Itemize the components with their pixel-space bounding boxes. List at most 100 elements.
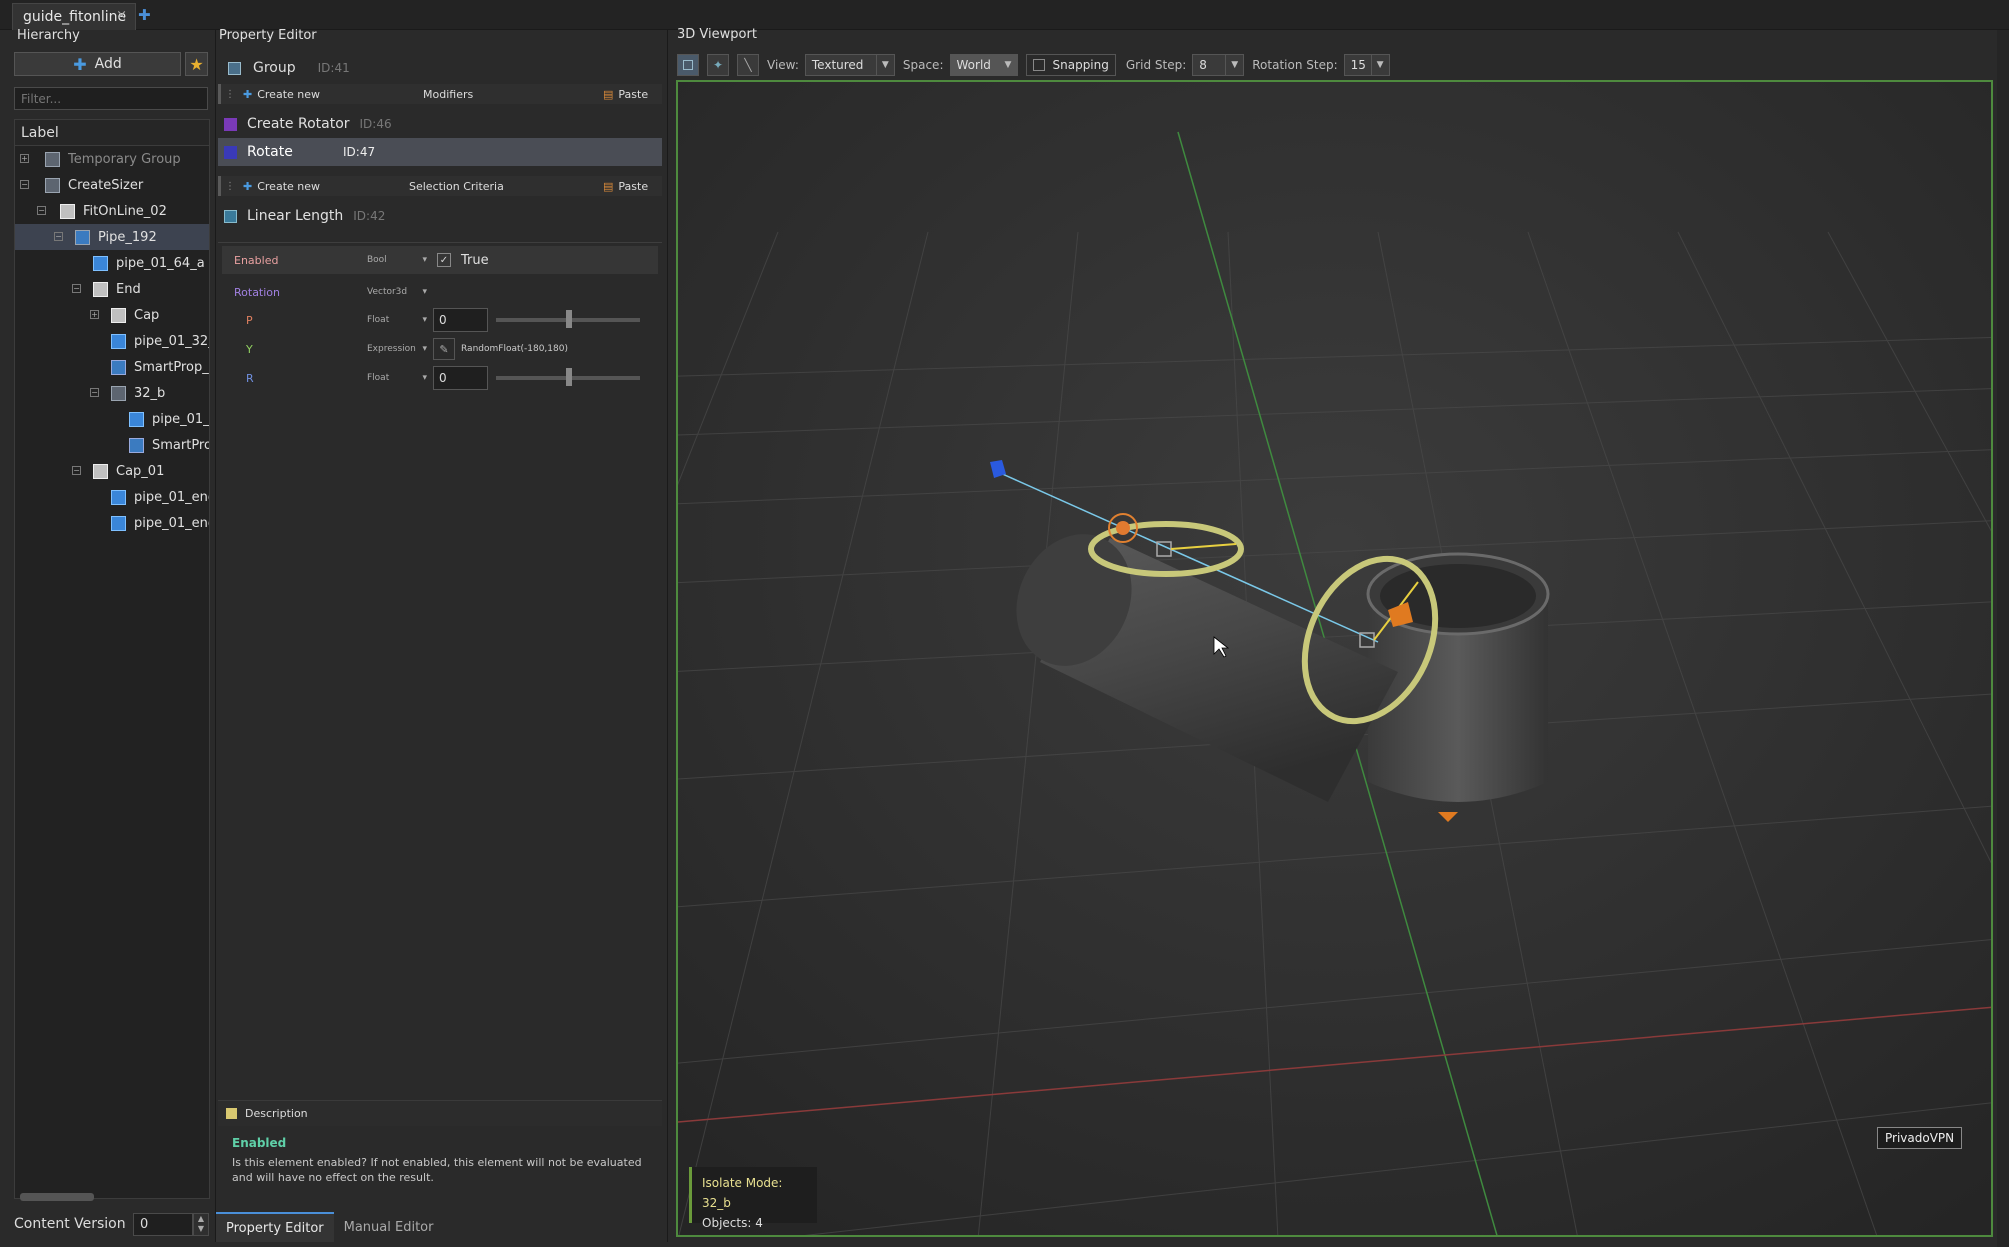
paste-criteria-button[interactable]: ▤ Paste bbox=[603, 180, 648, 193]
tree-item-32-b[interactable]: − 32_b bbox=[15, 380, 209, 406]
slider-knob[interactable] bbox=[566, 368, 572, 386]
group-row[interactable]: Group ID:41 bbox=[218, 56, 662, 80]
document-tab-bar bbox=[0, 0, 2009, 30]
r-value-input[interactable] bbox=[433, 366, 488, 390]
paste-icon: ▤ bbox=[603, 179, 614, 193]
field-name: Enabled bbox=[234, 253, 279, 267]
chevron-down-icon: ▼ bbox=[1225, 55, 1243, 75]
chevron-down-icon: ▼ bbox=[875, 55, 894, 75]
linear-length-icon bbox=[224, 209, 237, 223]
tree-item-smartprop[interactable]: SmartPro bbox=[15, 432, 209, 458]
expand-toggle-icon[interactable]: + bbox=[20, 154, 29, 163]
tree-item-fitonline[interactable]: − FitOnLine_02 bbox=[15, 198, 209, 224]
favorites-star-button[interactable]: ★ bbox=[185, 52, 208, 76]
drag-handle-icon[interactable]: ⋮ bbox=[225, 181, 235, 192]
tree-item-pipe-01-end-2[interactable]: pipe_01_end_ bbox=[15, 510, 209, 536]
field-name: R bbox=[246, 371, 254, 385]
p-slider[interactable] bbox=[496, 310, 640, 328]
tree-item-cap-01[interactable]: − Cap_01 bbox=[15, 458, 209, 484]
modifier-rotate[interactable]: Rotate ID:47 bbox=[218, 138, 662, 166]
tree-item-cap[interactable]: + Cap bbox=[15, 302, 209, 328]
tab-manual-editor[interactable]: Manual Editor bbox=[334, 1212, 444, 1242]
hierarchy-horizontal-scrollbar[interactable] bbox=[20, 1193, 94, 1201]
group-icon bbox=[45, 177, 60, 193]
collapse-toggle-icon[interactable]: − bbox=[72, 284, 81, 293]
snapping-toggle[interactable]: Snapping bbox=[1025, 54, 1116, 76]
3d-viewport[interactable] bbox=[676, 80, 1993, 1237]
snapping-checkbox[interactable] bbox=[1032, 59, 1045, 71]
close-tab-icon[interactable]: × bbox=[116, 8, 127, 23]
criteria-linear-length[interactable]: Linear Length ID:42 bbox=[218, 203, 662, 229]
grid-step-dropdown[interactable]: 8 ▼ bbox=[1192, 54, 1245, 76]
add-button[interactable]: ✚ Add bbox=[14, 52, 181, 76]
slider-knob[interactable] bbox=[566, 310, 572, 328]
view-label: View: bbox=[767, 58, 799, 72]
label-column-header: Label bbox=[21, 124, 59, 141]
tree-item-pipe-01-32[interactable]: pipe_01_32 bbox=[15, 406, 209, 432]
tree-item-label: 32_b bbox=[134, 385, 166, 401]
field-type-dropdown[interactable]: Vector3d ▾ bbox=[367, 287, 433, 297]
edit-expression-icon[interactable]: ✎ bbox=[433, 338, 455, 360]
lighting-icon[interactable]: ✦ bbox=[707, 54, 729, 76]
tree-item-temporary-group[interactable]: + Temporary Group bbox=[15, 146, 209, 172]
field-type-dropdown[interactable]: Expression ▾ bbox=[367, 344, 433, 354]
tree-item-label: Cap bbox=[134, 307, 160, 323]
group-icon bbox=[75, 229, 90, 245]
view-mode-dropdown[interactable]: Textured ▼ bbox=[804, 54, 895, 76]
collapse-toggle-icon[interactable]: − bbox=[72, 466, 81, 475]
wireframe-icon[interactable]: ╲ bbox=[737, 54, 759, 76]
drag-handle-icon[interactable]: ⋮ bbox=[225, 89, 235, 100]
new-tab-icon[interactable]: ✚ bbox=[138, 6, 151, 24]
create-criteria-button[interactable]: ✚ Create new bbox=[243, 180, 409, 193]
gizmo-origin-icon[interactable] bbox=[1116, 521, 1130, 535]
space-dropdown[interactable]: World ▼ bbox=[949, 54, 1018, 76]
shading-mode-icon[interactable] bbox=[677, 54, 699, 76]
content-version-spinner[interactable]: ▲ ▼ bbox=[193, 1213, 209, 1236]
tree-item-pipe-01-32-a[interactable]: pipe_01_32_a_ bbox=[15, 328, 209, 354]
enabled-checkbox[interactable]: ✓ bbox=[437, 253, 451, 267]
document-tab[interactable]: guide_fitonline × bbox=[12, 3, 136, 30]
collapse-toggle-icon[interactable]: − bbox=[90, 388, 99, 397]
add-button-label: Add bbox=[94, 56, 122, 72]
field-type-dropdown[interactable]: Float ▾ bbox=[367, 373, 433, 383]
tab-property-editor[interactable]: Property Editor bbox=[216, 1212, 334, 1242]
field-type-dropdown[interactable]: Float ▾ bbox=[367, 315, 433, 325]
isolate-mode-overlay: Isolate Mode: 32_b Objects: 4 bbox=[689, 1167, 817, 1230]
expand-toggle-icon[interactable]: + bbox=[90, 310, 99, 319]
tree-item-createsizer[interactable]: − CreateSizer bbox=[15, 172, 209, 198]
y-expression-value[interactable]: RandomFloat(-180,180) bbox=[461, 344, 568, 354]
field-type-label: Vector3d bbox=[367, 287, 408, 297]
tree-item-pipe-01-64-a[interactable]: pipe_01_64_a bbox=[15, 250, 209, 276]
r-slider[interactable] bbox=[496, 368, 640, 386]
tree-item-end[interactable]: − End bbox=[15, 276, 209, 302]
field-name: P bbox=[246, 313, 253, 327]
hierarchy-filter-input[interactable] bbox=[14, 87, 208, 110]
collapse-toggle-icon[interactable]: − bbox=[20, 180, 29, 189]
rotation-step-value: 15 bbox=[1350, 58, 1366, 72]
smartprop-icon bbox=[129, 437, 144, 453]
p-value-input[interactable] bbox=[433, 308, 488, 332]
create-modifier-button[interactable]: ✚ Create new bbox=[243, 88, 423, 101]
tree-item-pipe-01-end-1[interactable]: pipe_01_end_ bbox=[15, 484, 209, 510]
modifier-create-rotator[interactable]: Create Rotator ID:46 bbox=[218, 111, 662, 137]
space-value: World bbox=[956, 58, 991, 72]
smartprop-icon bbox=[111, 359, 126, 375]
tree-item-pipe-192[interactable]: − Pipe_192 bbox=[15, 224, 209, 250]
tree-column-header: Label bbox=[15, 120, 209, 146]
collapse-toggle-icon[interactable]: − bbox=[54, 232, 63, 241]
field-type-dropdown[interactable]: Bool ▾ bbox=[367, 255, 433, 265]
tree-item-label: FitOnLine_02 bbox=[83, 203, 167, 219]
tree-item-label: pipe_01_end_ bbox=[134, 515, 209, 531]
grid-step-label: Grid Step: bbox=[1125, 58, 1187, 72]
content-version-input[interactable] bbox=[133, 1213, 193, 1236]
create-criteria-label: Create new bbox=[257, 179, 321, 193]
paste-modifier-button[interactable]: ▤ Paste bbox=[603, 88, 648, 101]
tree-item-label: CreateSizer bbox=[68, 177, 144, 193]
property-editor-title: Property Editor bbox=[219, 28, 317, 43]
tree-item-smartprop-5[interactable]: SmartProp_5 bbox=[15, 354, 209, 380]
collapse-toggle-icon[interactable]: − bbox=[37, 206, 46, 215]
group-id: ID:41 bbox=[317, 61, 350, 75]
plus-icon: ✚ bbox=[73, 54, 87, 74]
rotation-step-dropdown[interactable]: 15 ▼ bbox=[1343, 54, 1390, 76]
modifier-id: ID:46 bbox=[359, 117, 392, 131]
